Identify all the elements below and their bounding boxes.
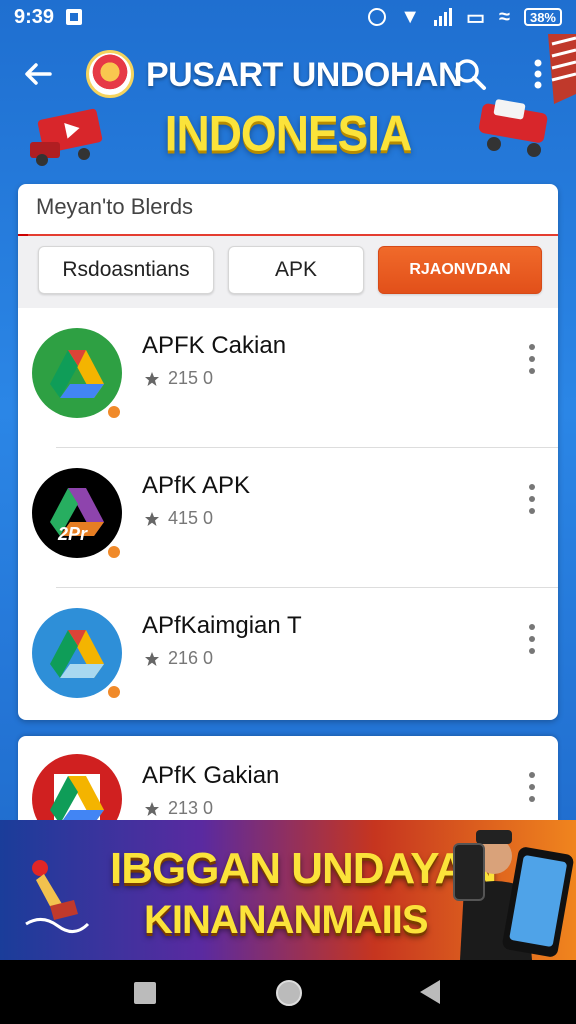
tab-download[interactable]: RJAONVDAN bbox=[378, 246, 542, 294]
home-icon[interactable] bbox=[276, 980, 302, 1006]
star-icon bbox=[145, 371, 159, 386]
main-card: Meyan'to Blerds Rsdoasntians APK RJAONVD… bbox=[18, 184, 558, 720]
nav-bar bbox=[0, 960, 576, 1024]
status-time: 9:39 bbox=[14, 5, 55, 28]
star-icon bbox=[145, 511, 159, 526]
app-logo bbox=[86, 50, 134, 98]
page-title: PUSART UNDOHAN bbox=[146, 56, 463, 94]
app-rating: 415 0 bbox=[144, 508, 213, 529]
app-header: PUSART UNDOHAN INDONESIA bbox=[0, 34, 576, 184]
list-item[interactable]: APFK Cakian 215 0 bbox=[18, 308, 558, 448]
app-title: APfK Gakian bbox=[142, 762, 280, 789]
rating-value: 415 0 bbox=[168, 508, 214, 528]
battery-label: 38% bbox=[529, 9, 556, 25]
rating-value: 213 0 bbox=[168, 798, 214, 818]
more-vert-icon[interactable] bbox=[524, 342, 540, 376]
list-item[interactable]: 2Pr APfK APK 415 0 bbox=[18, 448, 558, 588]
battery-icon: 38% bbox=[523, 8, 562, 26]
app-rating: 216 0 bbox=[144, 648, 213, 669]
tab-row: Rsdoasntians APK RJAONVDAN bbox=[18, 236, 558, 308]
badge-dot bbox=[106, 544, 122, 560]
list-item[interactable]: APfKaimgian T 216 0 bbox=[18, 588, 558, 720]
tab-label: Rsdoasntians bbox=[62, 258, 190, 281]
tab-label: APK bbox=[274, 258, 318, 281]
truck-decoration-icon bbox=[479, 99, 548, 157]
notification-icon bbox=[66, 9, 83, 25]
icon-badge-text: 2Pr bbox=[58, 524, 88, 544]
chess-piece-icon bbox=[25, 860, 90, 933]
app-title: APFK Cakian bbox=[142, 332, 287, 359]
wifi-icon: ≈ bbox=[498, 5, 510, 28]
star-icon bbox=[145, 801, 159, 816]
recent-apps-icon[interactable] bbox=[134, 982, 156, 1004]
status-bar: 9:39 ▼ ▭ ≈ 38% bbox=[0, 0, 576, 34]
drive-logo-icon bbox=[50, 350, 104, 398]
banner-headline: IBGGAN UNDAYAN bbox=[110, 844, 497, 893]
tab-recommendations[interactable]: Rsdoasntians bbox=[38, 246, 214, 294]
vpn-icon: ▼ bbox=[400, 5, 421, 28]
nav-back-icon[interactable] bbox=[420, 980, 440, 1004]
more-vert-icon[interactable] bbox=[526, 56, 550, 92]
back-arrow-icon[interactable] bbox=[20, 56, 56, 92]
more-vert-icon[interactable] bbox=[524, 622, 540, 656]
sync-icon bbox=[368, 8, 387, 26]
search-icon[interactable] bbox=[452, 56, 488, 92]
app-rating: 215 0 bbox=[144, 368, 213, 389]
search-input[interactable]: Meyan'to Blerds bbox=[18, 184, 558, 236]
more-vert-icon[interactable] bbox=[524, 482, 540, 516]
banner-subheadline: KINANANMAIIS bbox=[144, 898, 429, 942]
more-vert-icon[interactable] bbox=[524, 770, 540, 804]
rating-value: 215 0 bbox=[168, 368, 214, 388]
app-title: APfK APK bbox=[142, 472, 251, 499]
app-rating: 213 0 bbox=[144, 798, 213, 819]
person-with-phone-icon bbox=[453, 830, 574, 960]
rating-value: 216 0 bbox=[168, 648, 214, 668]
tab-apk[interactable]: APK bbox=[228, 246, 364, 294]
badge-dot bbox=[106, 684, 122, 700]
cast-icon: ▭ bbox=[466, 6, 485, 29]
app-title: APfKaimgian T bbox=[142, 612, 302, 639]
signal-icon bbox=[434, 8, 453, 26]
drive-logo-icon bbox=[50, 630, 104, 678]
star-icon bbox=[145, 651, 159, 666]
tab-label: RJAONVDAN bbox=[409, 261, 511, 278]
promo-banner[interactable]: IBGGAN UNDAYAN KINANANMAIIS bbox=[0, 820, 576, 960]
search-input-value: Meyan'to Blerds bbox=[36, 194, 194, 219]
badge-dot bbox=[106, 404, 122, 420]
